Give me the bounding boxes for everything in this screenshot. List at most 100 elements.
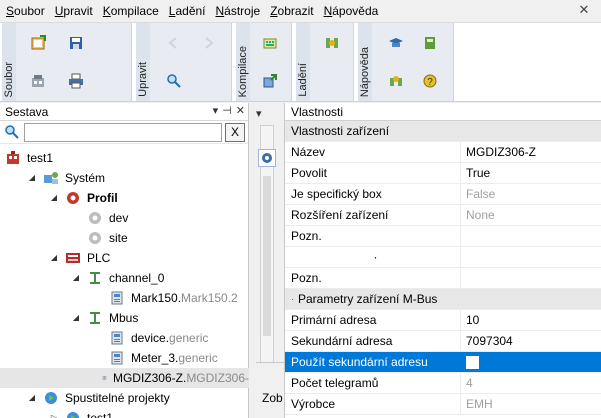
property-row[interactable]: Použít sekundární adresu xyxy=(285,352,601,373)
checkbox[interactable] xyxy=(466,355,479,369)
property-value[interactable] xyxy=(461,247,601,267)
tree-node[interactable]: ◢ channel_0 xyxy=(0,268,164,288)
menu-zobrazit[interactable]: Zobrazit xyxy=(265,0,318,22)
open-button[interactable] xyxy=(24,67,52,95)
property-name: Počet telegramů xyxy=(285,373,461,393)
property-name: Sekundární adresa xyxy=(285,331,461,351)
tree-node[interactable]: ◢ PLC xyxy=(0,248,110,268)
tutorial-button[interactable] xyxy=(382,29,410,57)
property-row[interactable]: Povolit True xyxy=(285,163,601,184)
search-icon[interactable] xyxy=(3,123,21,141)
property-row[interactable]: Sekundární adresa 7097304 xyxy=(285,331,601,352)
tree-node[interactable]: MGDIZ306-Z. MGDIZ306- xyxy=(0,368,249,388)
tree-node[interactable]: ◢ Systém xyxy=(0,168,105,188)
pin-icon[interactable]: ⊣ xyxy=(222,104,232,117)
build-button[interactable] xyxy=(256,67,284,95)
tree-node[interactable]: test1 xyxy=(0,148,53,168)
property-name: Povolit xyxy=(285,163,461,183)
property-value[interactable]: True xyxy=(461,163,601,183)
tree-node[interactable]: site xyxy=(0,228,128,248)
tree-node-label: Spustitelné projekty xyxy=(65,391,170,405)
category-label: Vlastnosti zařízení xyxy=(291,124,390,138)
expander-placeholder xyxy=(93,293,103,303)
expander-placeholder xyxy=(71,233,81,243)
menu-napoveda[interactable]: Nápověda xyxy=(319,0,384,22)
menu-upravit[interactable]: Upravit xyxy=(50,0,98,22)
toolbox-dropdown-icon[interactable]: ▾ xyxy=(256,107,262,120)
property-name: Rozšíření zařízení xyxy=(285,205,461,225)
manual-button[interactable] xyxy=(416,29,444,57)
property-value[interactable]: False xyxy=(461,184,601,204)
menu-ladeni[interactable]: Ladění xyxy=(164,0,211,22)
new-project-button[interactable] xyxy=(24,29,52,57)
panel-header: Sestava ▾ ⊣ ✕ xyxy=(0,103,248,121)
back-button[interactable] xyxy=(160,29,188,57)
new-project-icon xyxy=(31,35,46,50)
tree-node[interactable]: dev xyxy=(0,208,128,228)
print-button[interactable] xyxy=(62,67,90,95)
toolbar: Soubor Upravit Kompilace Ladění Nápověda… xyxy=(0,22,601,102)
save-button[interactable] xyxy=(62,29,90,57)
menu-soubor[interactable]: Soubor xyxy=(0,0,50,22)
project-icon xyxy=(7,151,19,164)
property-value[interactable]: MGDIZ306-Z xyxy=(461,142,601,162)
bottom-tab[interactable]: Zob xyxy=(256,362,284,418)
find-button[interactable] xyxy=(160,67,188,95)
close-icon[interactable]: ✕ xyxy=(236,104,245,117)
property-value[interactable]: 4 xyxy=(461,373,601,393)
compile-button[interactable] xyxy=(256,29,284,57)
property-row[interactable]: Pozn. xyxy=(285,268,601,289)
support-button[interactable] xyxy=(382,67,410,95)
menu-soubor-rest: oubor xyxy=(14,4,45,18)
expander-icon[interactable]: ◢ xyxy=(49,253,59,263)
property-row[interactable]: Je specifický box False xyxy=(285,184,601,205)
property-value[interactable] xyxy=(461,268,601,288)
menu-kompilace[interactable]: Kompilace xyxy=(98,0,164,22)
property-row[interactable]: Rozšíření zařízení None xyxy=(285,205,601,226)
menu-nastroje[interactable]: Nástroje xyxy=(211,0,266,22)
tree-node[interactable]: Meter_3. generic xyxy=(0,348,218,368)
property-row[interactable]: Primární adresa 10 xyxy=(285,310,601,331)
expander-icon[interactable]: ◢ xyxy=(71,273,81,283)
property-value[interactable]: 7097304 xyxy=(461,331,601,351)
expander-icon[interactable]: ▷ xyxy=(49,413,59,418)
property-row[interactable]: Pozn. xyxy=(285,226,601,247)
settings-tool-button[interactable] xyxy=(258,149,276,167)
property-value[interactable] xyxy=(461,226,601,246)
property-name: Je specifický box xyxy=(285,184,461,204)
property-row[interactable]: Počet telegramů 4 xyxy=(285,373,601,394)
tree-node[interactable]: ◢ Profil xyxy=(0,188,118,208)
close-icon[interactable]: ✕ xyxy=(577,3,591,17)
debug-button[interactable] xyxy=(318,29,346,57)
tree-node[interactable]: ◢ Spustitelné projekty xyxy=(0,388,170,408)
toolbar-group-label: Kompilace xyxy=(237,45,249,97)
tree-node-label: dev xyxy=(109,211,129,225)
tree-node[interactable]: ◢ Mbus xyxy=(0,308,138,328)
expander-icon[interactable]: ◢ xyxy=(27,173,37,183)
property-row[interactable]: Název MGDIZ306-Z xyxy=(285,142,601,163)
property-value[interactable]: 10 xyxy=(461,310,601,330)
property-value[interactable]: None xyxy=(461,205,601,225)
scrollbar-thumb[interactable] xyxy=(263,176,271,336)
expander-icon[interactable]: ◢ xyxy=(71,313,81,323)
dropdown-icon[interactable]: ▾ xyxy=(213,104,219,117)
tree-node[interactable]: Mark150. Mark150.2 xyxy=(0,288,238,308)
property-value[interactable]: EMH xyxy=(461,394,601,414)
search-input[interactable] xyxy=(24,122,222,142)
property-row[interactable]: · xyxy=(285,247,601,268)
tree-node[interactable]: device. generic xyxy=(0,328,208,348)
expander-icon[interactable]: ◢ xyxy=(49,193,59,203)
device-icon xyxy=(111,291,123,305)
device-icon xyxy=(111,331,123,345)
expander-icon[interactable]: ◢ xyxy=(27,393,37,403)
property-category[interactable]: · Parametry zařízení M-Bus xyxy=(285,289,601,310)
property-category[interactable]: Vlastnosti zařízení xyxy=(285,121,601,142)
property-value[interactable] xyxy=(461,352,601,372)
about-button[interactable]: ? xyxy=(416,67,444,95)
forward-button[interactable] xyxy=(194,29,222,57)
category-marker: · xyxy=(291,294,294,304)
clear-search-button[interactable]: X xyxy=(225,122,245,142)
toolbar-group-label: Nápověda xyxy=(359,46,371,97)
tree-node[interactable]: ▷ test1 xyxy=(0,408,113,418)
property-row[interactable]: Výrobce EMH xyxy=(285,394,601,415)
